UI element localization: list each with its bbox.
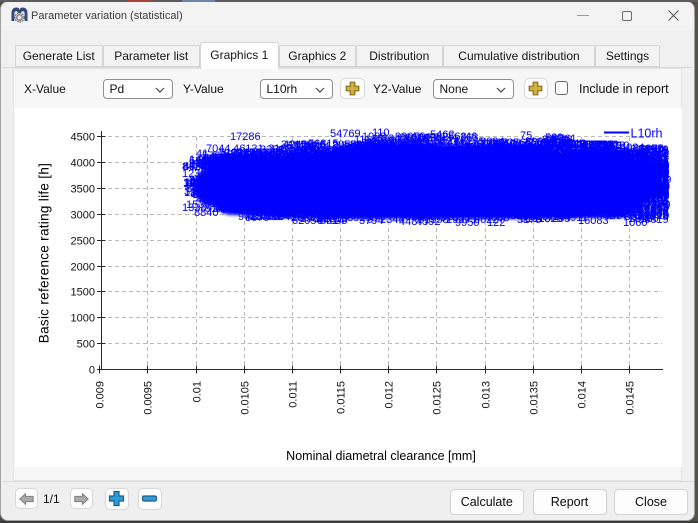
svg-text:0.014: 0.014 [577,381,589,409]
svg-text:8127: 8127 [282,151,306,163]
svg-text:500: 500 [77,339,95,351]
svg-text:0.0115: 0.0115 [336,381,348,414]
svg-text:3500: 3500 [71,184,95,196]
svg-text:9: 9 [664,181,670,193]
svg-text:6024: 6024 [620,142,644,154]
svg-text:12: 12 [182,168,194,180]
svg-text:0.01: 0.01 [192,381,204,402]
svg-text:0.0125: 0.0125 [432,381,444,415]
svg-text:122: 122 [487,217,505,229]
svg-text:0.0105: 0.0105 [240,381,252,415]
svg-text:8: 8 [663,195,669,207]
svg-text:9024: 9024 [480,136,504,148]
svg-text:59289: 59289 [560,139,591,151]
svg-text:5462: 5462 [430,129,454,141]
svg-text:13206: 13206 [483,156,514,168]
svg-text:589: 589 [545,132,563,144]
svg-text:1060: 1060 [623,217,647,229]
svg-text:3408: 3408 [595,194,619,206]
svg-text:46: 46 [465,131,477,143]
svg-text:2500: 2500 [71,236,95,248]
svg-text:4000: 4000 [71,158,95,170]
svg-text:1864: 1864 [488,189,512,201]
svg-text:0.0145: 0.0145 [625,381,637,415]
svg-text:58310: 58310 [231,180,262,192]
svg-text:942: 942 [238,211,256,223]
svg-text:0.009: 0.009 [95,381,107,409]
svg-text:48339: 48339 [383,167,414,179]
svg-text:110: 110 [372,127,390,139]
svg-text:4575: 4575 [423,163,447,175]
svg-text:1351: 1351 [184,187,208,199]
svg-text:760: 760 [211,191,229,203]
svg-text:37303: 37303 [351,201,382,213]
svg-text:4875: 4875 [621,200,645,212]
svg-text:212: 212 [282,185,300,197]
svg-text:0.0135: 0.0135 [529,381,541,415]
svg-text:54769: 54769 [330,128,361,140]
svg-text:19898: 19898 [300,213,331,225]
svg-text:8840: 8840 [194,207,218,219]
svg-text:46: 46 [652,206,664,218]
svg-text:81223: 81223 [464,172,495,184]
svg-text:93079: 93079 [395,131,426,143]
svg-text:1000: 1000 [71,313,95,325]
svg-text:73184: 73184 [497,176,528,188]
svg-text:90572: 90572 [423,152,454,164]
svg-text:67009: 67009 [469,205,500,217]
svg-text:4745: 4745 [553,184,577,196]
svg-text:Basic reference rating life [h: Basic reference rating life [h] [37,163,52,343]
svg-text:3000: 3000 [71,210,95,222]
svg-text:389: 389 [622,174,640,186]
svg-text:4500: 4500 [71,132,95,144]
svg-text:28978: 28978 [515,209,546,221]
svg-text:0: 0 [89,365,95,377]
svg-text:188: 188 [357,157,375,169]
svg-text:9950: 9950 [455,217,479,229]
svg-text:63184: 63184 [357,143,388,155]
svg-text:5179: 5179 [518,149,542,161]
svg-text:0.011: 0.011 [288,381,300,408]
svg-text:3: 3 [662,168,668,180]
svg-text:41: 41 [196,148,208,160]
svg-text:16632: 16632 [214,152,245,164]
svg-text:Nominal diametral clearance [m: Nominal diametral clearance [mm] [286,449,476,463]
svg-text:L10rh: L10rh [631,127,663,141]
svg-text:0.012: 0.012 [384,381,396,409]
svg-text:95638: 95638 [442,185,473,197]
svg-text:2305: 2305 [589,179,613,191]
svg-text:12849: 12849 [204,178,235,190]
svg-text:0.0095: 0.0095 [143,381,155,415]
svg-text:518: 518 [320,140,338,152]
svg-text:977: 977 [367,214,385,226]
svg-text:75: 75 [520,130,532,142]
svg-text:2000: 2000 [71,262,95,274]
svg-text:1500: 1500 [71,287,95,299]
svg-text:17286: 17286 [230,131,261,143]
svg-text:23881: 23881 [250,151,281,163]
svg-text:36400: 36400 [544,206,575,218]
svg-text:2296: 2296 [397,187,421,199]
svg-text:35576: 35576 [301,174,332,186]
svg-text:0.013: 0.013 [481,381,493,409]
svg-text:2786: 2786 [591,161,615,173]
